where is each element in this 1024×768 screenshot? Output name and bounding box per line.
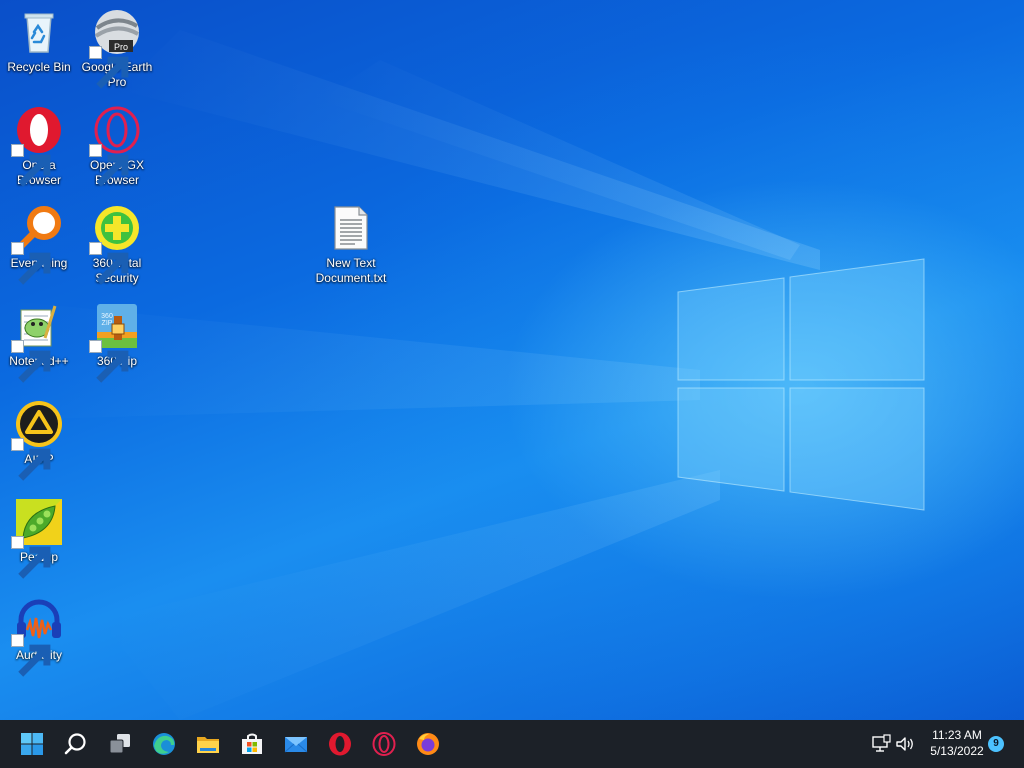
- opera-taskbar-button[interactable]: [320, 724, 360, 764]
- desktop-icon-label: Recycle Bin: [7, 60, 71, 74]
- desktop-icon-google-earth-pro[interactable]: Pro Google Earth Pro: [78, 8, 156, 90]
- peazip-icon: [11, 498, 63, 579]
- 360-zip-icon: 360 ZIP: [89, 302, 141, 383]
- clock-date: 5/13/2022: [930, 744, 984, 758]
- volume-icon[interactable]: [895, 734, 915, 754]
- shortcut-arrow-icon: [11, 144, 51, 187]
- desktop-icon-notepad-plus-plus[interactable]: Notepad++: [0, 302, 78, 383]
- store-taskbar-button[interactable]: [232, 724, 272, 764]
- desktop-icon-recycle-bin[interactable]: Recycle Bin: [0, 8, 78, 75]
- shortcut-arrow-icon: [89, 242, 129, 285]
- recycle-bin-icon: [15, 8, 63, 56]
- desktop-icon-360-total-security[interactable]: 360 Total Security: [78, 204, 156, 286]
- desktop-icon-aimp[interactable]: AIMP: [0, 400, 78, 481]
- opera-icon: [11, 106, 63, 187]
- svg-text:360: 360: [101, 313, 113, 320]
- opera-gx-icon: [89, 106, 141, 187]
- everything-search-icon: [11, 204, 63, 285]
- desktop-icon-opera-browser[interactable]: Opera Browser: [0, 106, 78, 188]
- task-view-icon: [109, 734, 130, 754]
- google-earth-icon: Pro: [89, 8, 141, 89]
- mail-taskbar-button[interactable]: [276, 724, 316, 764]
- firefox-icon: [417, 733, 439, 755]
- 360-total-security-icon: [89, 204, 141, 285]
- notepad-plus-plus-icon: [11, 302, 63, 383]
- opera-icon: [329, 732, 351, 756]
- windows-logo-icon: [21, 733, 43, 755]
- shortcut-arrow-icon: [89, 340, 129, 383]
- shortcut-arrow-icon: [11, 340, 51, 383]
- clock-time: 11:23 AM: [932, 728, 982, 742]
- folder-icon: [197, 737, 219, 753]
- network-icon[interactable]: [871, 734, 891, 754]
- opera-gx-icon: [372, 732, 396, 756]
- edge-taskbar-button[interactable]: [144, 724, 184, 764]
- opera-gx-taskbar-button[interactable]: [364, 724, 404, 764]
- notification-count-badge[interactable]: 9: [988, 736, 1004, 752]
- desktop[interactable]: Recycle Bin Pro Google Earth Pro Opera B…: [0, 0, 1024, 720]
- task-view-button[interactable]: [100, 724, 140, 764]
- store-icon: [242, 733, 262, 754]
- desktop-icon-everything[interactable]: Everything: [0, 204, 78, 285]
- mail-icon: [284, 737, 308, 753]
- desktop-icon-label: New Text Document.txt: [315, 256, 387, 285]
- search-button[interactable]: [56, 724, 96, 764]
- search-icon: [64, 733, 86, 755]
- edge-icon: [153, 733, 175, 755]
- shortcut-arrow-icon: [11, 634, 51, 677]
- desktop-icon-peazip[interactable]: PeaZip: [0, 498, 78, 579]
- shortcut-arrow-icon: [11, 242, 51, 285]
- file-explorer-taskbar-button[interactable]: [188, 724, 228, 764]
- shortcut-arrow-icon: [11, 438, 51, 481]
- clock[interactable]: 11:23 AM 5/13/2022: [918, 727, 996, 759]
- svg-text:ZIP: ZIP: [102, 320, 113, 327]
- firefox-taskbar-button[interactable]: [408, 724, 448, 764]
- shortcut-arrow-icon: [89, 144, 129, 187]
- desktop-icon-new-text-document[interactable]: New Text Document.txt: [312, 204, 390, 286]
- start-button[interactable]: [12, 724, 52, 764]
- shortcut-arrow-icon: [11, 536, 51, 579]
- desktop-icon-audacity[interactable]: Audacity: [0, 596, 78, 677]
- shortcut-arrow-icon: [89, 46, 129, 89]
- audacity-icon: [11, 596, 63, 677]
- desktop-icon-opera-gx-browser[interactable]: Opera GX Browser: [78, 106, 156, 188]
- text-document-icon: [327, 204, 375, 252]
- wallpaper-windows-logo: [677, 258, 925, 511]
- desktop-icon-360-zip[interactable]: 360 ZIP 360 Zip: [78, 302, 156, 383]
- aimp-icon: [11, 400, 63, 481]
- taskbar: 11:23 AM 5/13/2022: [0, 720, 1024, 768]
